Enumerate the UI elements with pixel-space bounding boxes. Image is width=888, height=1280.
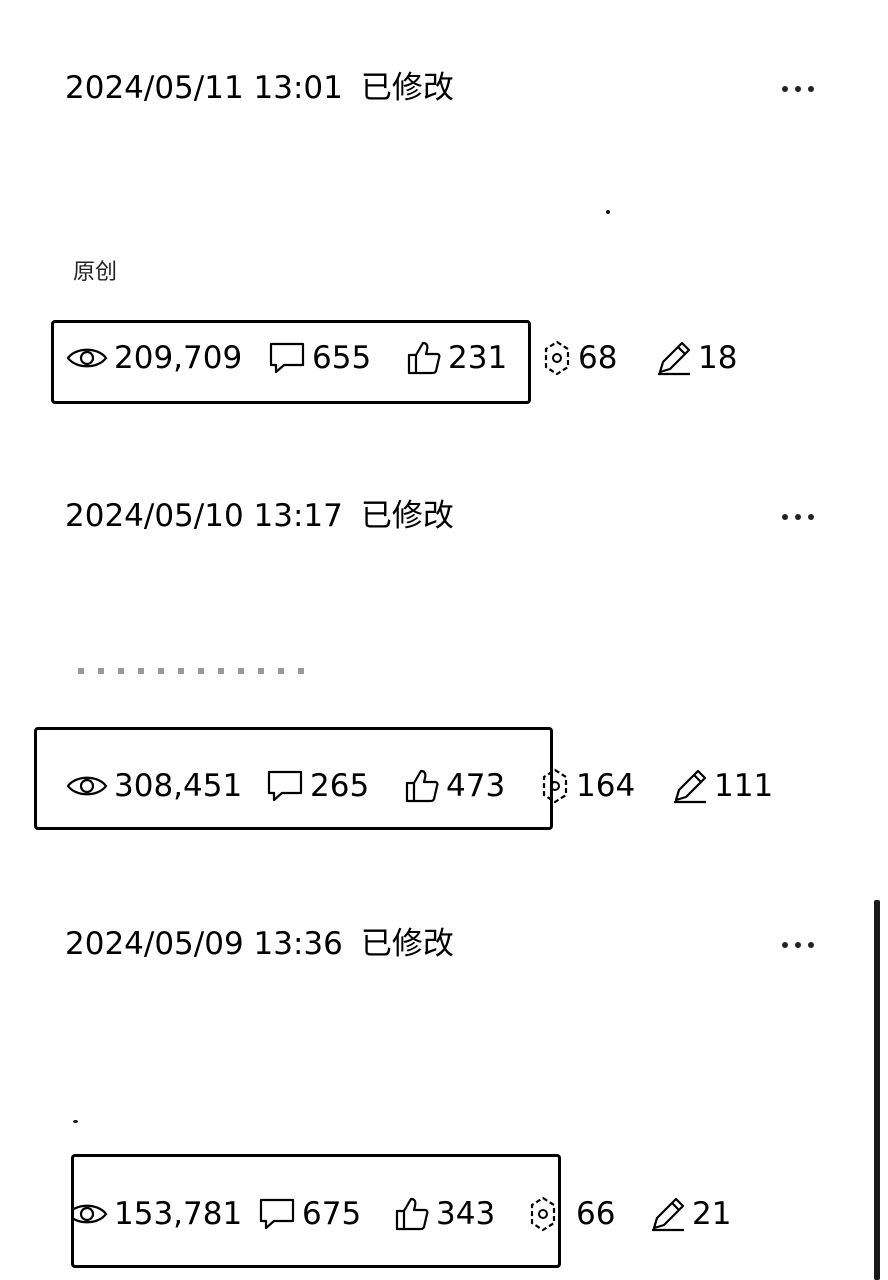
text-fragment xyxy=(73,1120,78,1123)
views-stat[interactable]: 308,451 xyxy=(66,764,242,808)
comments-count: 265 xyxy=(310,768,370,804)
pencil-icon xyxy=(674,769,707,804)
share-icon xyxy=(530,1196,556,1232)
modified-label: 已修改 xyxy=(360,926,454,962)
edits-stat[interactable]: 18 xyxy=(656,336,737,380)
more-options-button[interactable] xyxy=(782,934,830,956)
shares-count: 68 xyxy=(578,340,618,376)
shares-stat[interactable]: 164 xyxy=(540,764,635,808)
post-date-row: 2024/05/11 13:01 已修改 xyxy=(65,68,454,108)
comment-icon xyxy=(259,1198,295,1230)
post-date-row: 2024/05/09 13:36 已修改 xyxy=(65,924,454,964)
likes-stat[interactable]: 473 xyxy=(404,764,505,808)
shares-stat[interactable]: 68 xyxy=(542,336,617,380)
edits-stat[interactable]: 111 xyxy=(672,764,773,808)
edits-count: 21 xyxy=(692,1196,732,1232)
thumbs-up-icon xyxy=(407,341,441,375)
comments-count: 675 xyxy=(302,1196,362,1232)
comment-icon xyxy=(267,770,303,802)
text-fragment xyxy=(78,668,308,674)
share-icon xyxy=(544,340,570,376)
edits-count: 111 xyxy=(714,768,774,804)
comments-count: 655 xyxy=(312,340,372,376)
shares-stat[interactable]: 66 xyxy=(528,1192,615,1236)
eye-icon xyxy=(66,348,108,368)
pencil-icon xyxy=(658,341,691,376)
views-count: 153,781 xyxy=(114,1196,243,1232)
more-options-button[interactable] xyxy=(782,506,830,528)
pencil-icon xyxy=(652,1197,685,1232)
post-stats: 153,781 675 343 66 21 xyxy=(0,1192,888,1236)
post-date: 2024/05/09 13:36 xyxy=(65,926,343,962)
comments-stat[interactable]: 675 xyxy=(258,1192,361,1236)
share-icon xyxy=(542,768,568,804)
more-dots-icon xyxy=(782,514,788,520)
app-root: { "posts": [ { "date": "2024/05/11 13:01… xyxy=(0,0,888,1280)
scrollbar[interactable] xyxy=(874,900,880,1280)
views-stat[interactable]: 153,781 xyxy=(72,1192,242,1236)
post-date: 2024/05/11 13:01 xyxy=(65,70,343,106)
post-stats: 209,709 655 231 68 18 xyxy=(0,336,888,380)
views-count: 209,709 xyxy=(114,340,243,376)
shares-count: 66 xyxy=(576,1196,616,1232)
shares-count: 164 xyxy=(576,768,636,804)
thumbs-up-icon xyxy=(395,1197,429,1231)
likes-count: 231 xyxy=(448,340,508,376)
post-date-row: 2024/05/10 13:17 已修改 xyxy=(65,496,454,536)
eye-icon xyxy=(66,776,108,796)
views-count: 308,451 xyxy=(114,768,243,804)
edits-count: 18 xyxy=(698,340,738,376)
likes-stat[interactable]: 343 xyxy=(394,1192,495,1236)
thumbs-up-icon xyxy=(405,769,439,803)
comments-stat[interactable]: 655 xyxy=(268,336,371,380)
post-stats: 308,451 265 473 164 111 xyxy=(0,764,888,808)
edits-stat[interactable]: 21 xyxy=(650,1192,731,1236)
modified-label: 已修改 xyxy=(360,70,454,106)
likes-count: 473 xyxy=(446,768,506,804)
more-dots-icon xyxy=(782,86,788,92)
original-tag: 原创 xyxy=(73,260,118,285)
text-fragment xyxy=(606,210,610,214)
likes-count: 343 xyxy=(436,1196,496,1232)
eye-icon xyxy=(72,1204,108,1224)
views-stat[interactable]: 209,709 xyxy=(66,336,242,380)
more-dots-icon xyxy=(782,942,788,948)
comment-icon xyxy=(269,342,305,374)
likes-stat[interactable]: 231 xyxy=(406,336,507,380)
more-options-button[interactable] xyxy=(782,78,830,100)
post-date: 2024/05/10 13:17 xyxy=(65,498,343,534)
comments-stat[interactable]: 265 xyxy=(266,764,369,808)
modified-label: 已修改 xyxy=(360,498,454,534)
